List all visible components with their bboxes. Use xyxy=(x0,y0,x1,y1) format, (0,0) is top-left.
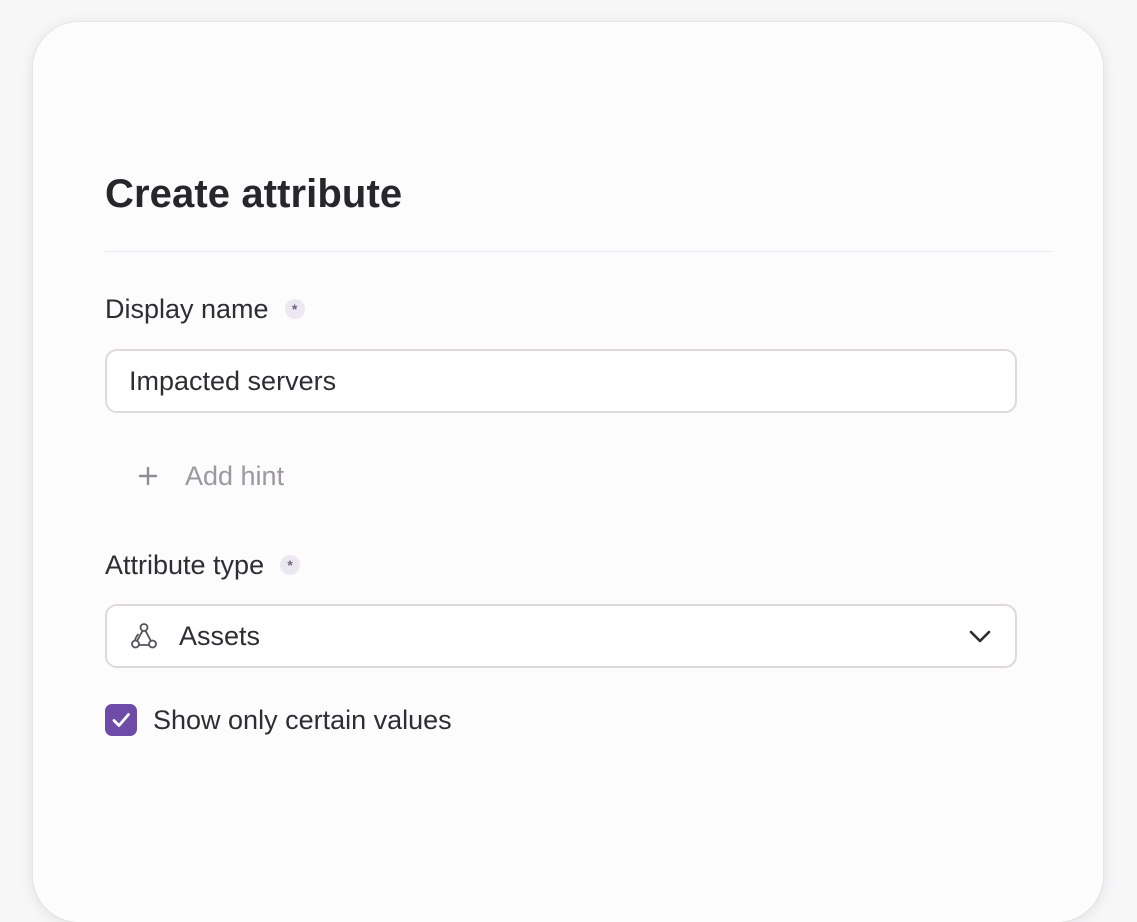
attribute-type-value: Assets xyxy=(179,620,261,651)
required-asterisk-icon: * xyxy=(284,299,305,319)
checkmark-icon xyxy=(112,713,130,727)
show-certain-values-option[interactable]: Show only certain values xyxy=(105,704,452,736)
attribute-type-label-text: Attribute type xyxy=(105,550,265,580)
header-divider xyxy=(105,251,1053,252)
add-hint-button[interactable]: Add hint xyxy=(137,456,284,496)
show-certain-values-checkbox[interactable] xyxy=(105,704,137,736)
create-attribute-dialog: Create attribute Display name * Add hint… xyxy=(33,22,1103,922)
show-certain-values-label: Show only certain values xyxy=(153,704,452,735)
assets-icon xyxy=(129,621,159,651)
chevron-down-icon xyxy=(967,623,993,649)
dialog-title: Create attribute xyxy=(105,172,403,216)
required-asterisk-icon: * xyxy=(280,555,301,575)
add-hint-label: Add hint xyxy=(185,460,285,491)
display-name-label-text: Display name xyxy=(105,294,269,324)
display-name-input[interactable] xyxy=(105,349,1017,413)
attribute-type-select[interactable]: Assets xyxy=(105,604,1017,668)
display-name-label: Display name * xyxy=(105,292,305,326)
plus-icon xyxy=(137,465,159,487)
attribute-type-label: Attribute type * xyxy=(105,548,301,582)
